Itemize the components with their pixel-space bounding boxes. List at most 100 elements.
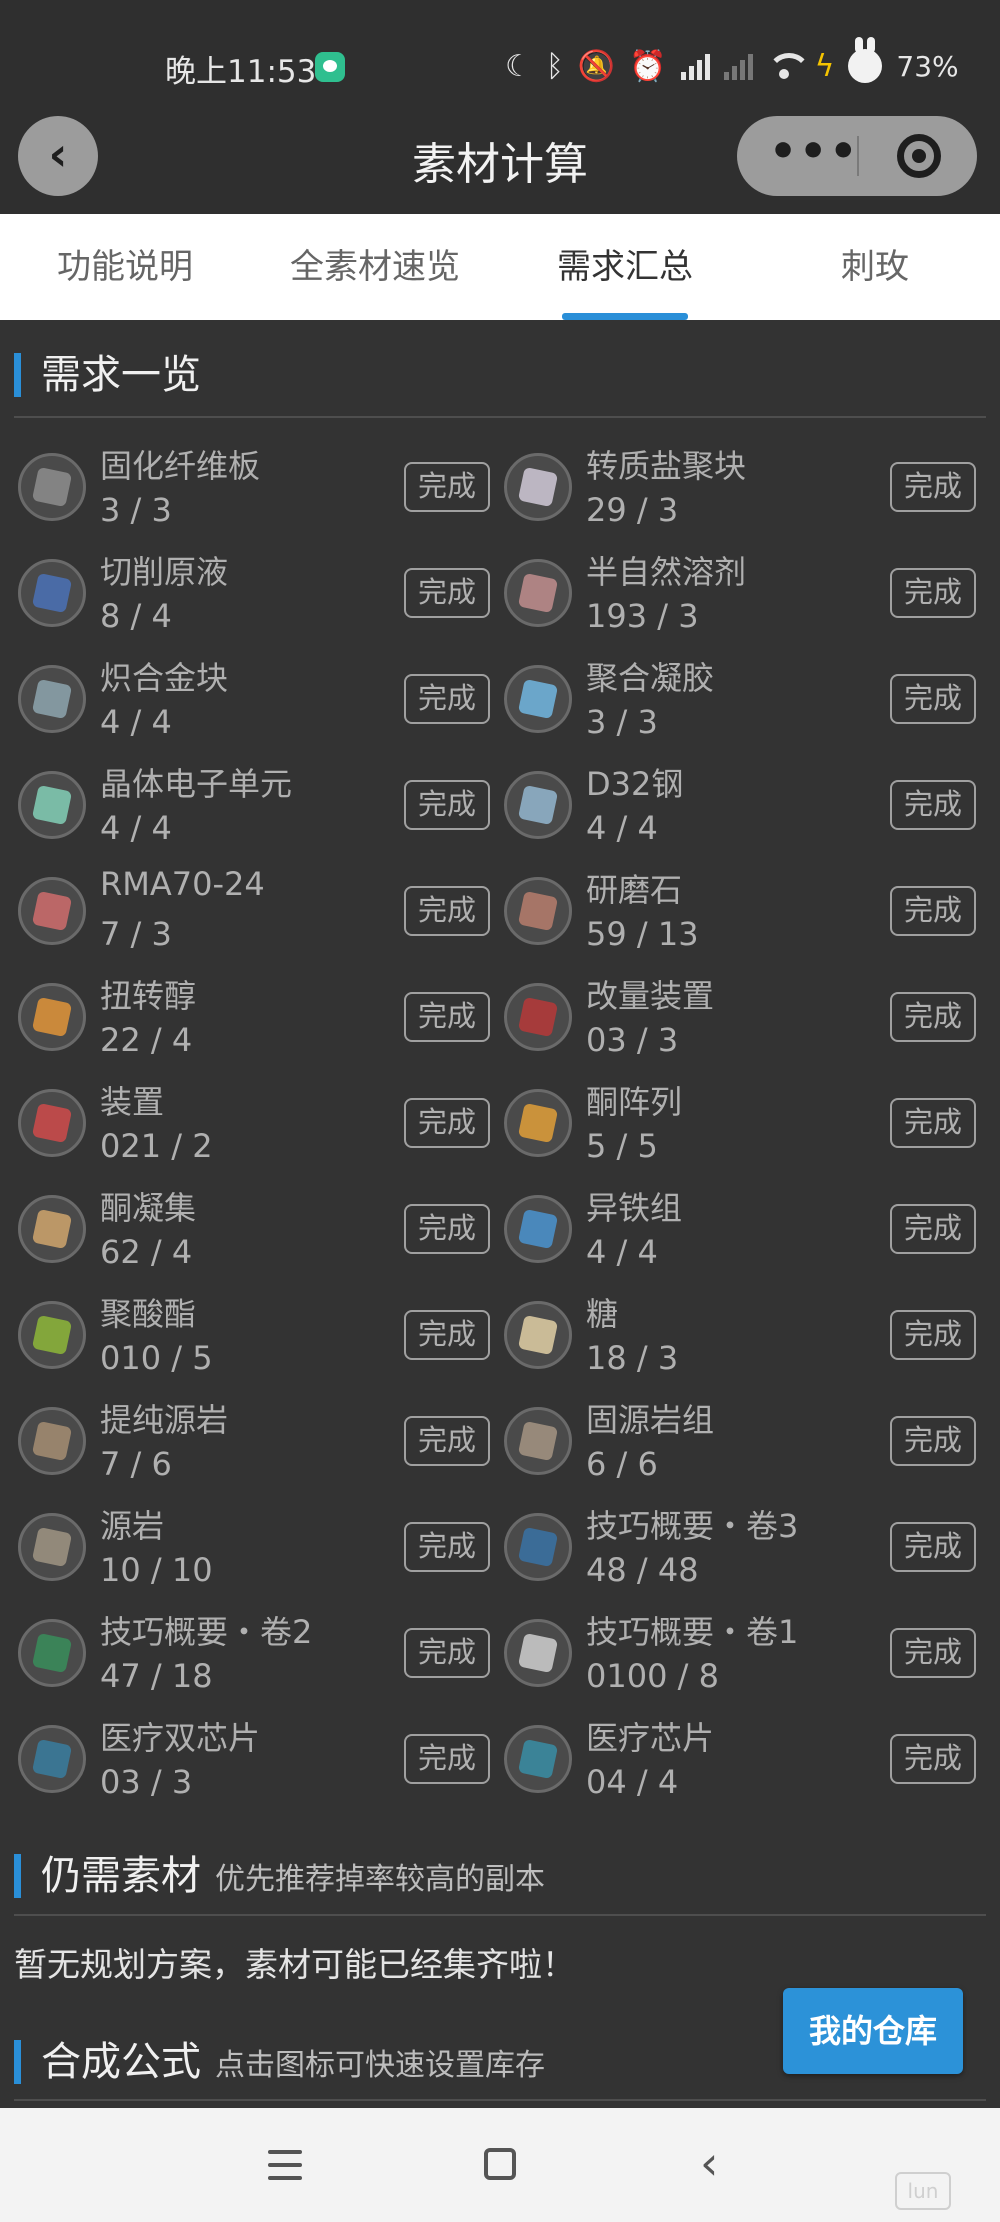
status-icons: ☾ ᛒ 🔕 ⏰ ϟ 73% <box>505 37 959 86</box>
material-item: 糖 18 / 3 完成 <box>500 1285 986 1391</box>
material-icon[interactable] <box>504 1301 572 1369</box>
material-icon[interactable] <box>18 453 86 521</box>
my-warehouse-button[interactable]: 我的仓库 <box>783 1988 963 2074</box>
status-bar: 晚上11:53 ☾ ᛒ 🔕 ⏰ ϟ 73% <box>0 0 1000 110</box>
material-name: 糖 <box>586 1295 619 1333</box>
material-icon[interactable] <box>504 1619 572 1687</box>
done-button[interactable]: 完成 <box>890 1310 976 1360</box>
back-icon[interactable]: ‹ <box>700 2140 718 2186</box>
material-item: 装置 021 / 2 完成 <box>14 1073 500 1179</box>
done-button[interactable]: 完成 <box>890 462 976 512</box>
done-button[interactable]: 完成 <box>890 1098 976 1148</box>
material-icon[interactable] <box>18 1407 86 1475</box>
done-button[interactable]: 完成 <box>404 1628 490 1678</box>
done-button[interactable]: 完成 <box>404 462 490 512</box>
done-button[interactable]: 完成 <box>404 1098 490 1148</box>
done-button[interactable]: 完成 <box>404 780 490 830</box>
menu-icon[interactable] <box>268 2150 302 2180</box>
material-icon[interactable] <box>18 1089 86 1157</box>
done-button[interactable]: 完成 <box>890 1628 976 1678</box>
done-button[interactable]: 完成 <box>890 568 976 618</box>
material-item: 改量装置 03 / 3 完成 <box>500 967 986 1073</box>
tab-function[interactable]: 功能说明 <box>0 214 250 320</box>
material-item: RMA70-24 7 / 3 完成 <box>14 861 500 967</box>
material-item: 扭转醇 22 / 4 完成 <box>14 967 500 1073</box>
done-button[interactable]: 完成 <box>404 886 490 936</box>
material-count: 8 / 4 <box>100 597 172 635</box>
close-target-icon[interactable] <box>897 134 941 178</box>
done-button[interactable]: 完成 <box>404 1310 490 1360</box>
done-button[interactable]: 完成 <box>890 992 976 1042</box>
tab-cimei[interactable]: 刺玫 <box>750 214 1000 320</box>
material-icon[interactable] <box>504 1407 572 1475</box>
material-icon[interactable] <box>18 1195 86 1263</box>
material-count: 3 / 3 <box>100 491 172 529</box>
done-button[interactable]: 完成 <box>890 780 976 830</box>
done-button[interactable]: 完成 <box>890 1204 976 1254</box>
material-item: D32钢 4 / 4 完成 <box>500 755 986 861</box>
material-icon[interactable] <box>504 453 572 521</box>
material-icon[interactable] <box>504 559 572 627</box>
material-count: 04 / 4 <box>586 1763 679 1801</box>
material-icon[interactable] <box>504 665 572 733</box>
done-button[interactable]: 完成 <box>404 1416 490 1466</box>
tab-overview[interactable]: 全素材速览 <box>250 214 500 320</box>
material-icon[interactable] <box>18 1619 86 1687</box>
material-item: 医疗芯片 04 / 4 完成 <box>500 1709 986 1815</box>
done-button[interactable]: 完成 <box>404 568 490 618</box>
material-count: 021 / 2 <box>100 1127 213 1165</box>
done-button[interactable]: 完成 <box>404 992 490 1042</box>
material-icon[interactable] <box>504 1725 572 1793</box>
capsule-divider <box>857 136 859 176</box>
material-icon[interactable] <box>504 1195 572 1263</box>
material-item: 聚合凝胶 3 / 3 完成 <box>500 649 986 755</box>
material-icon[interactable] <box>18 771 86 839</box>
done-button[interactable]: 完成 <box>890 1522 976 1572</box>
material-count: 4 / 4 <box>586 1233 658 1271</box>
material-grid: 固化纤维板 3 / 3 完成 转质盐聚块 29 / 3 完成 切削原液 8 / 4 完成 半自然溶… <box>14 437 986 1815</box>
material-item: 固源岩组 6 / 6 完成 <box>500 1391 986 1497</box>
material-icon[interactable] <box>504 1513 572 1581</box>
material-item: 研磨石 59 / 13 完成 <box>500 861 986 967</box>
material-item: 技巧概要・卷1 0100 / 8 完成 <box>500 1603 986 1709</box>
material-icon[interactable] <box>18 1301 86 1369</box>
material-icon[interactable] <box>504 771 572 839</box>
done-button[interactable]: 完成 <box>404 1522 490 1572</box>
material-count: 7 / 6 <box>100 1445 172 1483</box>
material-icon[interactable] <box>18 983 86 1051</box>
more-icon[interactable]: ••• <box>769 116 857 196</box>
material-count: 03 / 3 <box>100 1763 193 1801</box>
done-button[interactable]: 完成 <box>890 674 976 724</box>
material-icon[interactable] <box>504 1089 572 1157</box>
wifi-icon <box>766 53 811 79</box>
material-icon[interactable] <box>18 665 86 733</box>
material-count: 4 / 4 <box>100 703 172 741</box>
material-item: 提纯源岩 7 / 6 完成 <box>14 1391 500 1497</box>
home-icon[interactable] <box>484 2148 516 2180</box>
material-icon[interactable] <box>504 877 572 945</box>
material-name: 半自然溶剂 <box>586 553 747 591</box>
done-button[interactable]: 完成 <box>404 674 490 724</box>
done-button[interactable]: 完成 <box>404 1204 490 1254</box>
material-icon[interactable] <box>18 559 86 627</box>
material-name: 炽合金块 <box>100 659 229 697</box>
material-icon[interactable] <box>504 983 572 1051</box>
material-name: 固源岩组 <box>586 1401 715 1439</box>
divider <box>14 1914 986 1916</box>
battery-bunny-icon <box>848 37 883 83</box>
material-item: 酮阵列 5 / 5 完成 <box>500 1073 986 1179</box>
tab-demand-summary[interactable]: 需求汇总 <box>500 214 750 320</box>
material-count: 010 / 5 <box>100 1339 213 1377</box>
material-icon[interactable] <box>18 877 86 945</box>
done-button[interactable]: 完成 <box>890 1734 976 1784</box>
done-button[interactable]: 完成 <box>890 886 976 936</box>
done-button[interactable]: 完成 <box>404 1734 490 1784</box>
material-item: 固化纤维板 3 / 3 完成 <box>14 437 500 543</box>
material-icon[interactable] <box>18 1725 86 1793</box>
done-button[interactable]: 完成 <box>890 1416 976 1466</box>
app-notification-icon <box>315 52 345 82</box>
material-icon[interactable] <box>18 1513 86 1581</box>
nav-bar: ‹ 素材计算 ••• <box>0 110 1000 214</box>
material-name: RMA70-24 <box>100 865 265 903</box>
material-item: 晶体电子单元 4 / 4 完成 <box>14 755 500 861</box>
